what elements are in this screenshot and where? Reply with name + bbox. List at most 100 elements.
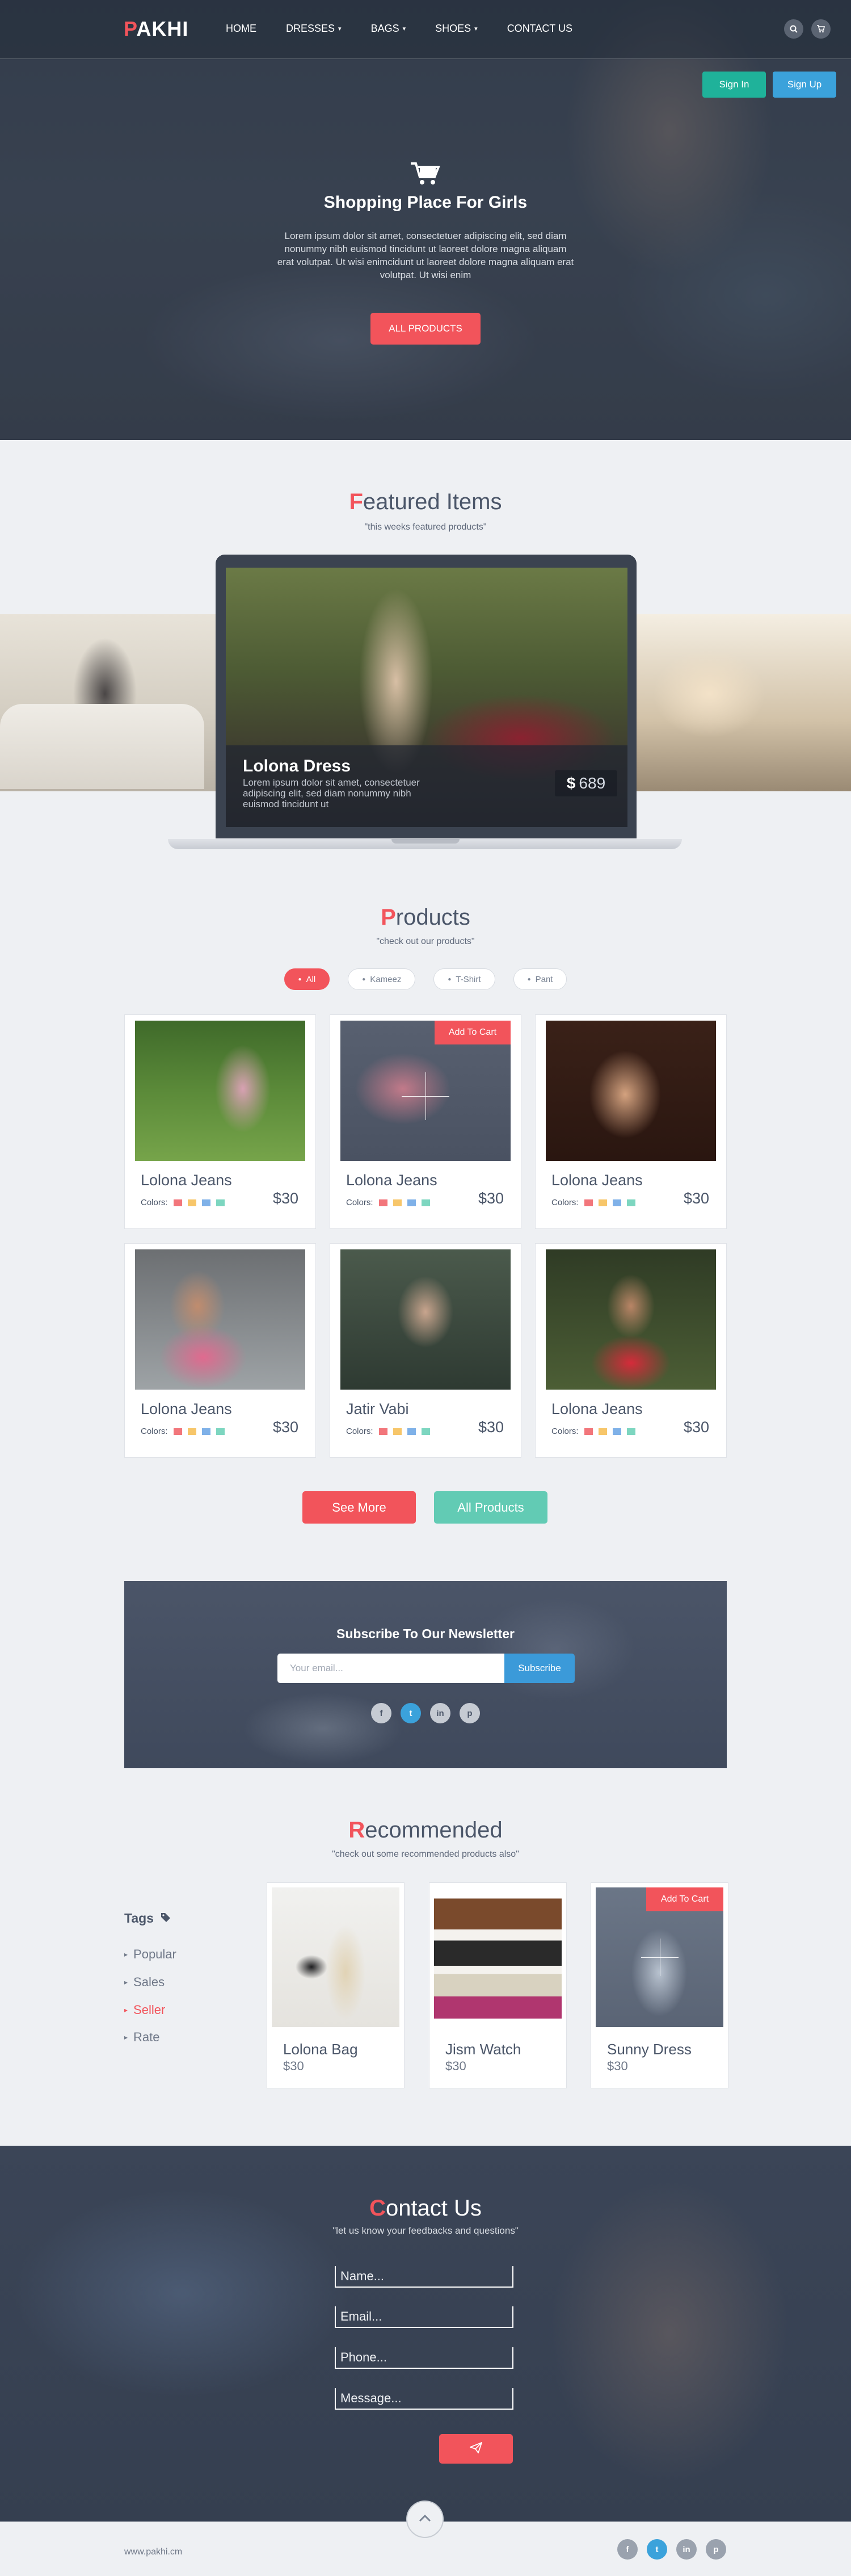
swatch-blue[interactable]: [407, 1428, 416, 1435]
product-card[interactable]: Lolona Jeans Colors: $30: [535, 1014, 727, 1229]
filter-all[interactable]: ● All: [284, 968, 330, 990]
filter-t-shirt[interactable]: ● T-Shirt: [433, 968, 495, 990]
message-field[interactable]: [335, 2388, 513, 2410]
filter-kameez[interactable]: ● Kameez: [348, 968, 416, 990]
swatch-yellow[interactable]: [187, 1199, 196, 1206]
featured-side-photo-right[interactable]: [635, 614, 851, 791]
add-to-cart-button[interactable]: Add To Cart: [646, 1887, 723, 1911]
swatch-green[interactable]: [216, 1199, 225, 1206]
twitter-icon[interactable]: t: [647, 2539, 667, 2560]
swatch-yellow[interactable]: [598, 1428, 607, 1435]
swatch-red[interactable]: [584, 1199, 593, 1206]
phone-field[interactable]: [335, 2347, 513, 2369]
tag-seller[interactable]: ▸ Seller: [124, 2003, 165, 2017]
swatch-yellow[interactable]: [393, 1428, 402, 1435]
cart-icon[interactable]: [811, 19, 831, 39]
swatch-red[interactable]: [173, 1199, 182, 1206]
tags-title: Tags: [124, 1911, 171, 1926]
sign-in-button[interactable]: Sign In: [702, 72, 766, 98]
back-to-top-button[interactable]: [406, 2501, 444, 2538]
tags-title-label: Tags: [124, 1911, 154, 1925]
tag-sales[interactable]: ▸ Sales: [124, 1975, 165, 1990]
product-photo[interactable]: [434, 1887, 562, 2027]
swatch-red[interactable]: [584, 1428, 593, 1435]
logo-first-letter: P: [124, 17, 137, 40]
name-field[interactable]: [335, 2266, 513, 2288]
swatch-red[interactable]: [378, 1199, 387, 1206]
swatch-yellow[interactable]: [598, 1199, 607, 1206]
swatch-blue[interactable]: [612, 1428, 621, 1435]
product-photo[interactable]: [135, 1021, 305, 1161]
swatch-green[interactable]: [626, 1199, 635, 1206]
pinterest-icon[interactable]: p: [460, 1703, 480, 1723]
footer-url[interactable]: www.pakhi.cm: [124, 2547, 182, 2557]
pinterest-icon[interactable]: p: [706, 2539, 726, 2560]
nav-home[interactable]: HOME: [226, 23, 256, 35]
featured-item-title: Lolona Dress: [243, 757, 351, 775]
dot-icon: ●: [362, 976, 366, 983]
all-products-button[interactable]: ALL PRODUCTS: [370, 313, 481, 345]
filter-pant[interactable]: ● Pant: [513, 968, 567, 990]
swatch-green[interactable]: [216, 1428, 225, 1435]
product-card[interactable]: Jatir Vabi Colors: $30: [330, 1243, 521, 1458]
recommended-card[interactable]: Lolona Bag $30: [267, 1882, 405, 2088]
product-card[interactable]: Lolona Jeans Colors: $30: [124, 1014, 316, 1229]
product-photo[interactable]: [135, 1249, 305, 1390]
swatch-blue[interactable]: [612, 1199, 621, 1206]
linkedin-icon[interactable]: in: [430, 1703, 450, 1723]
swatch-green[interactable]: [421, 1428, 430, 1435]
logo[interactable]: PAKHI: [124, 17, 188, 41]
swatch-red[interactable]: [173, 1428, 182, 1435]
linkedin-icon[interactable]: in: [676, 2539, 697, 2560]
hero-overlay: [0, 0, 851, 440]
recommended-title-first: R: [348, 1818, 365, 1843]
product-card[interactable]: Lolona Jeans Colors: $30: [124, 1243, 316, 1458]
newsletter-email-input[interactable]: [277, 1654, 504, 1683]
twitter-icon[interactable]: t: [401, 1703, 421, 1723]
recommended-card[interactable]: Add To Cart Sunny Dress $30: [591, 1882, 728, 2088]
tag-icon: [161, 1911, 171, 1926]
product-card[interactable]: Lolona Jeans Colors: $30: [535, 1243, 727, 1458]
featured-slide[interactable]: Lolona Dress Lorem ipsum dolor sit amet,…: [226, 568, 627, 827]
product-colors: Colors:: [551, 1427, 635, 1436]
all-products-button-secondary[interactable]: All Products: [434, 1491, 547, 1524]
swatch-blue[interactable]: [201, 1428, 210, 1435]
tag-popular[interactable]: ▸ Popular: [124, 1947, 176, 1962]
product-photo[interactable]: [340, 1249, 511, 1390]
add-to-cart-button[interactable]: Add To Cart: [435, 1021, 511, 1044]
nav-contact[interactable]: CONTACT US: [507, 23, 572, 35]
see-more-button[interactable]: See More: [302, 1491, 416, 1524]
nav-bags-label: BAGS: [370, 23, 399, 34]
swatch-yellow[interactable]: [187, 1428, 196, 1435]
filter-label: All: [306, 974, 316, 984]
nav-dresses[interactable]: DRESSES ▾: [286, 23, 342, 35]
search-icon[interactable]: [784, 19, 803, 39]
hero-text: Lorem ipsum dolor sit amet, consectetuer…: [277, 230, 574, 280]
send-button[interactable]: [439, 2434, 513, 2464]
product-photo[interactable]: [546, 1249, 716, 1390]
footer-social: f t in p: [617, 2539, 726, 2560]
product-photo[interactable]: [272, 1887, 399, 2027]
facebook-icon[interactable]: f: [371, 1703, 391, 1723]
product-card[interactable]: Add To Cart Lolona Jeans Colors: $30: [330, 1014, 521, 1229]
nav-shoes[interactable]: SHOES ▾: [435, 23, 478, 35]
swatch-blue[interactable]: [407, 1199, 416, 1206]
swatch-green[interactable]: [626, 1428, 635, 1435]
contact-title-first: C: [369, 2196, 386, 2221]
arrow-right-icon: ▸: [124, 1950, 128, 1958]
facebook-icon[interactable]: f: [617, 2539, 638, 2560]
email-field[interactable]: [335, 2306, 513, 2328]
product-name: Lolona Jeans: [141, 1400, 232, 1417]
nav-bags[interactable]: BAGS ▾: [371, 23, 406, 35]
swatch-green[interactable]: [421, 1199, 430, 1206]
arrow-right-icon: ▸: [124, 2006, 128, 2014]
swatch-blue[interactable]: [201, 1199, 210, 1206]
tag-rate[interactable]: ▸ Rate: [124, 2030, 160, 2045]
shopping-cart-icon: [410, 161, 441, 189]
product-photo[interactable]: [546, 1021, 716, 1161]
swatch-red[interactable]: [378, 1428, 387, 1435]
subscribe-button[interactable]: Subscribe: [504, 1654, 575, 1683]
sign-up-button[interactable]: Sign Up: [773, 72, 836, 98]
swatch-yellow[interactable]: [393, 1199, 402, 1206]
recommended-card[interactable]: Jism Watch $30: [429, 1882, 567, 2088]
